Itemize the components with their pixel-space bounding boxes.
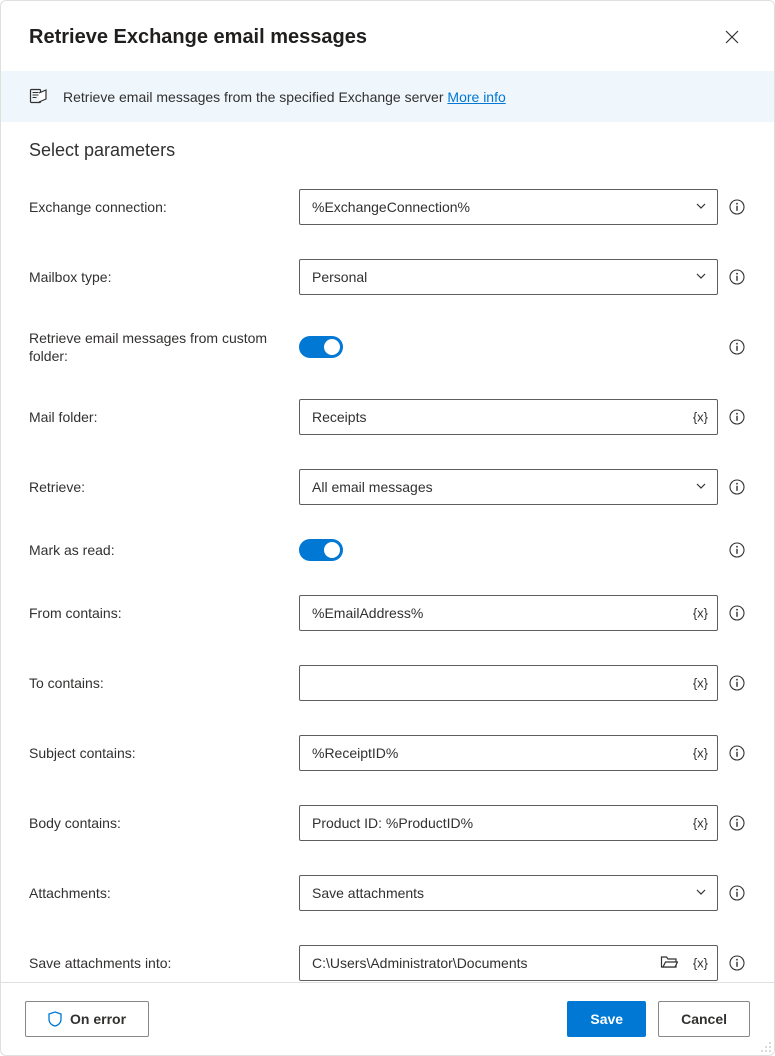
label-to-contains: To contains: — [29, 674, 287, 692]
label-attachments: Attachments: — [29, 884, 287, 902]
variable-icon[interactable]: {x} — [693, 956, 708, 971]
info-icon[interactable] — [728, 268, 746, 286]
input-to-contains[interactable] — [299, 665, 718, 701]
variable-icon[interactable]: {x} — [693, 816, 708, 831]
row-subject-contains: Subject contains: {x} — [29, 735, 746, 771]
info-icon[interactable] — [728, 541, 746, 559]
select-attachments[interactable]: Save attachments — [299, 875, 718, 911]
row-exchange-connection: Exchange connection: %ExchangeConnection… — [29, 189, 746, 225]
row-custom-folder: Retrieve email messages from custom fold… — [29, 329, 746, 365]
label-subject-contains: Subject contains: — [29, 744, 287, 762]
label-body-contains: Body contains: — [29, 814, 287, 832]
label-save-into: Save attachments into: — [29, 954, 287, 972]
label-exchange-connection: Exchange connection: — [29, 198, 287, 216]
info-icon[interactable] — [728, 954, 746, 972]
label-mailbox-type: Mailbox type: — [29, 268, 287, 286]
footer-right: Save Cancel — [567, 1001, 750, 1037]
infobar: Retrieve email messages from the specifi… — [1, 71, 774, 122]
variable-icon[interactable]: {x} — [693, 606, 708, 621]
input-mail-folder[interactable] — [299, 399, 718, 435]
action-icon — [29, 85, 49, 108]
close-button[interactable] — [718, 23, 746, 51]
resize-grip-icon[interactable] — [760, 1041, 772, 1053]
select-retrieve[interactable]: All email messages — [299, 469, 718, 505]
row-body-contains: Body contains: {x} — [29, 805, 746, 841]
on-error-button[interactable]: On error — [25, 1001, 149, 1037]
info-icon[interactable] — [728, 604, 746, 622]
chevron-down-icon — [695, 885, 707, 901]
label-from-contains: From contains: — [29, 604, 287, 622]
close-icon — [725, 30, 739, 44]
chevron-down-icon — [695, 269, 707, 285]
row-attachments: Attachments: Save attachments — [29, 875, 746, 911]
input-body-contains[interactable] — [299, 805, 718, 841]
row-to-contains: To contains: {x} — [29, 665, 746, 701]
label-mail-folder: Mail folder: — [29, 408, 287, 426]
shield-icon — [48, 1011, 62, 1027]
info-icon[interactable] — [728, 744, 746, 762]
toggle-custom-folder[interactable] — [299, 336, 343, 358]
info-icon[interactable] — [728, 884, 746, 902]
row-mailbox-type: Mailbox type: Personal — [29, 259, 746, 295]
chevron-down-icon — [695, 479, 707, 495]
dialog-content: Select parameters Exchange connection: %… — [1, 122, 774, 982]
variable-icon[interactable]: {x} — [693, 410, 708, 425]
dialog-footer: On error Save Cancel — [1, 982, 774, 1055]
dialog-title: Retrieve Exchange email messages — [29, 26, 367, 49]
row-mail-folder: Mail folder: {x} — [29, 399, 746, 435]
info-icon[interactable] — [728, 674, 746, 692]
select-mailbox-type[interactable]: Personal — [299, 259, 718, 295]
info-icon[interactable] — [728, 198, 746, 216]
info-icon[interactable] — [728, 478, 746, 496]
row-save-into: Save attachments into: {x} — [29, 945, 746, 981]
row-retrieve: Retrieve: All email messages — [29, 469, 746, 505]
variable-icon[interactable]: {x} — [693, 676, 708, 691]
toggle-mark-as-read[interactable] — [299, 539, 343, 561]
input-subject-contains[interactable] — [299, 735, 718, 771]
input-save-into[interactable] — [299, 945, 718, 981]
save-button[interactable]: Save — [567, 1001, 646, 1037]
info-icon[interactable] — [728, 408, 746, 426]
variable-icon[interactable]: {x} — [693, 746, 708, 761]
info-icon[interactable] — [728, 814, 746, 832]
input-from-contains[interactable] — [299, 595, 718, 631]
cancel-button[interactable]: Cancel — [658, 1001, 750, 1037]
select-exchange-connection[interactable]: %ExchangeConnection% — [299, 189, 718, 225]
row-mark-as-read: Mark as read: — [29, 539, 746, 561]
infobar-text: Retrieve email messages from the specifi… — [63, 89, 506, 105]
label-mark-as-read: Mark as read: — [29, 541, 287, 559]
folder-browse-icon[interactable] — [660, 954, 678, 973]
info-icon[interactable] — [728, 338, 746, 356]
label-custom-folder: Retrieve email messages from custom fold… — [29, 329, 287, 365]
section-title: Select parameters — [29, 140, 746, 161]
row-from-contains: From contains: {x} — [29, 595, 746, 631]
chevron-down-icon — [695, 199, 707, 215]
more-info-link[interactable]: More info — [447, 89, 505, 105]
label-retrieve: Retrieve: — [29, 478, 287, 496]
dialog-header: Retrieve Exchange email messages — [1, 1, 774, 71]
dialog-retrieve-exchange: Retrieve Exchange email messages Retriev… — [0, 0, 775, 1056]
